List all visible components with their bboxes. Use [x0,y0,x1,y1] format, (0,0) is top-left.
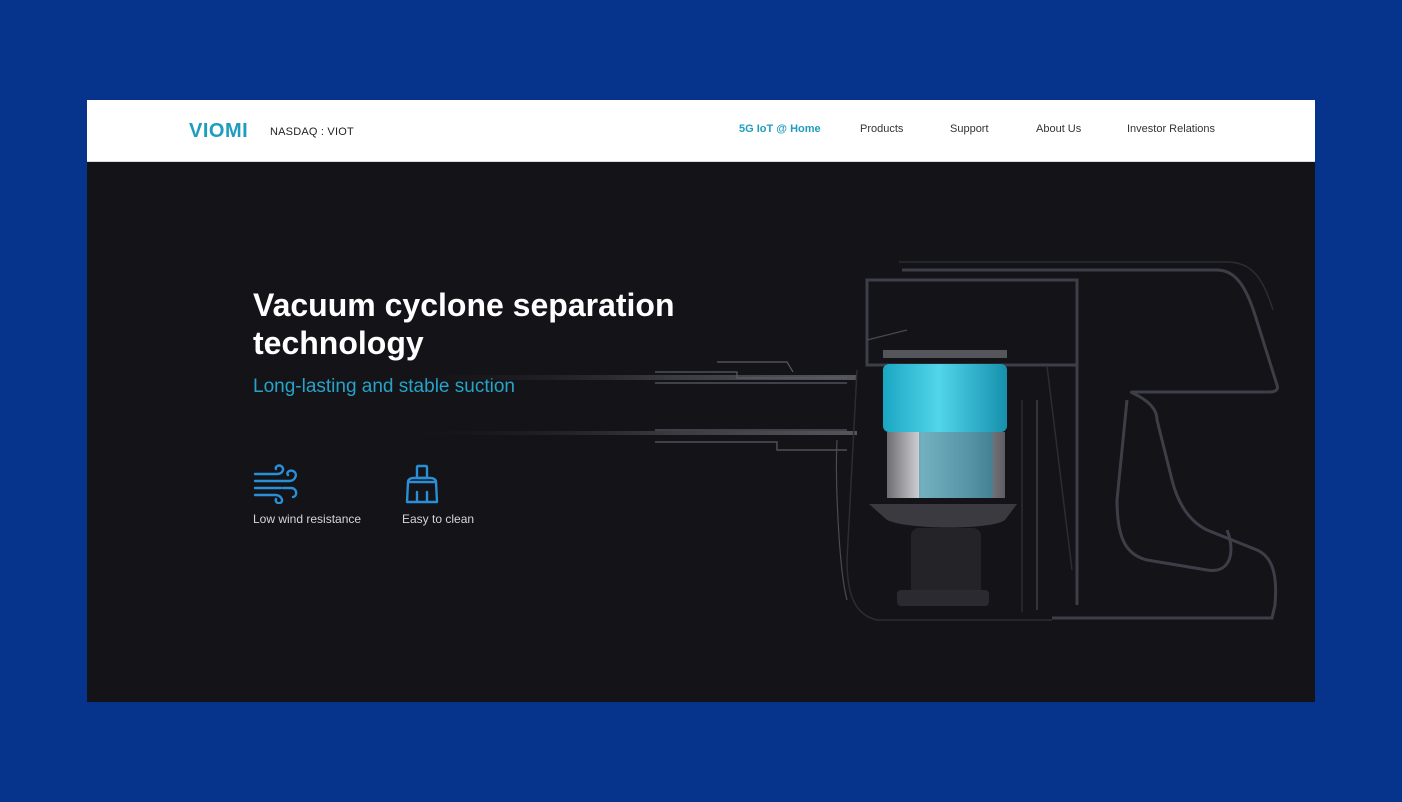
svg-text:VIOMI: VIOMI [189,120,248,142]
vacuum-cleaner-image [387,261,1279,621]
nav-about-us[interactable]: About Us [1036,123,1081,135]
nav-products[interactable]: Products [860,123,903,135]
feature-low-wind-resistance: Low wind resistance [253,464,361,526]
top-navbar: VIOMI NASDAQ : VIOT 5G IoT @ Home Produc… [87,100,1315,162]
nav-5g-iot-home[interactable]: 5G IoT @ Home [739,123,821,135]
viomi-logo[interactable]: VIOMI [189,118,259,142]
wind-icon [253,464,298,504]
page-frame: VIOMI NASDAQ : VIOT 5G IoT @ Home Produc… [87,100,1315,702]
nav-support[interactable]: Support [950,123,989,135]
nav-investor-relations[interactable]: Investor Relations [1127,123,1215,135]
nasdaq-ticker: NASDAQ : VIOT [270,126,354,138]
feature-label: Low wind resistance [253,512,362,526]
